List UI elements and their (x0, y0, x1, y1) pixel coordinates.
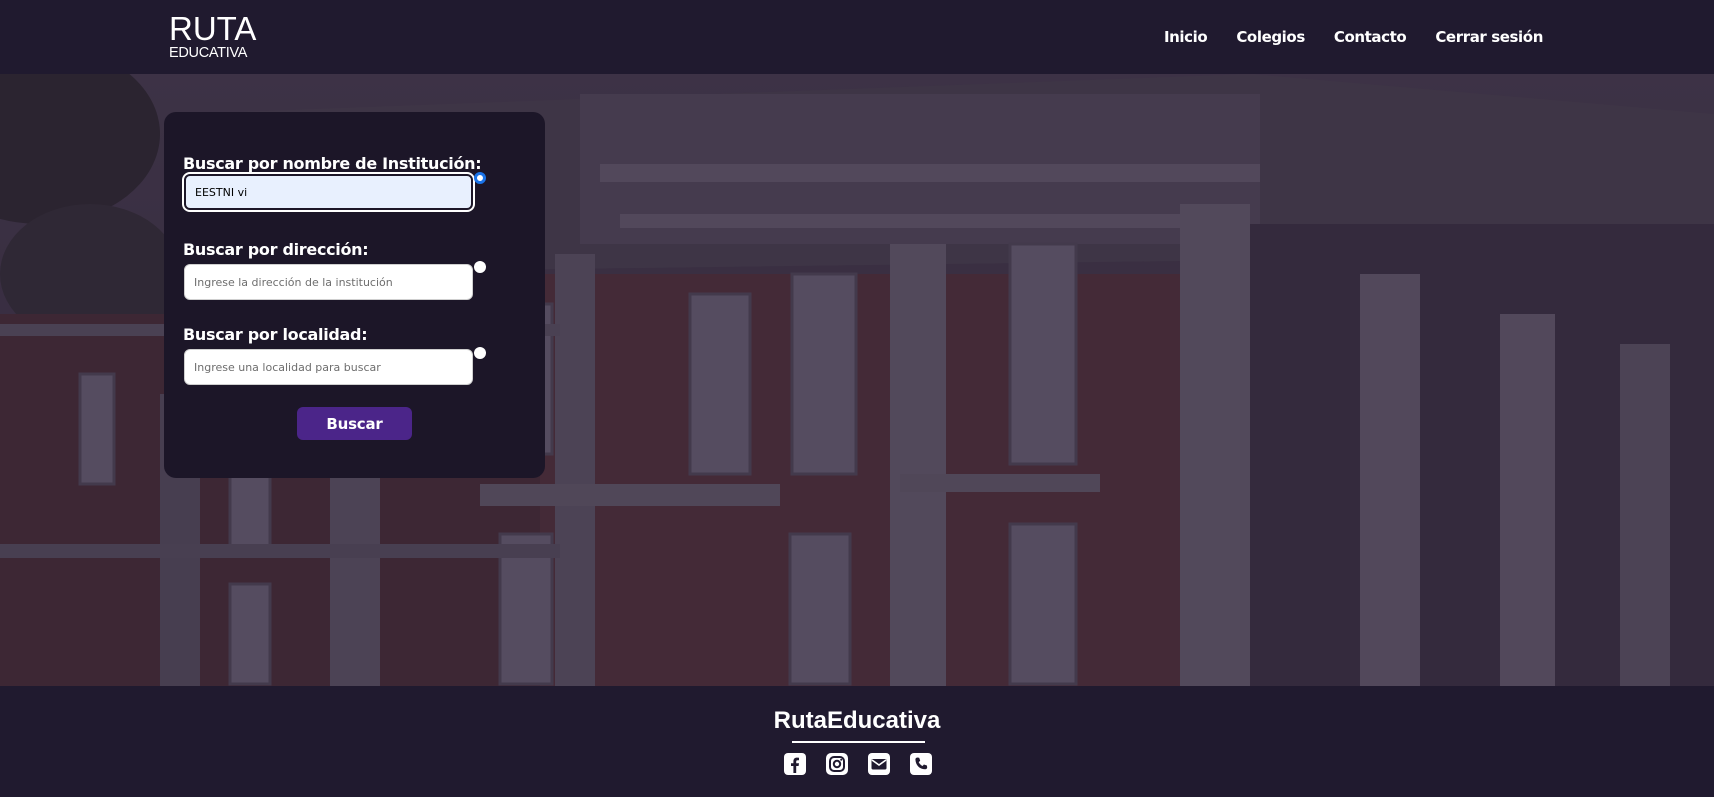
name-search-radio[interactable] (474, 172, 486, 184)
nav-cerrar-sesion[interactable]: Cerrar sesión (1435, 28, 1543, 46)
nav-inicio[interactable]: Inicio (1164, 28, 1208, 46)
locality-search-label: Buscar por localidad: (183, 325, 368, 344)
name-search-input[interactable] (184, 174, 473, 210)
footer-divider (792, 741, 925, 743)
nav-links: Inicio Colegios Contacto Cerrar sesión (1164, 0, 1543, 74)
address-search-radio[interactable] (474, 261, 486, 273)
address-search-input[interactable] (184, 264, 473, 300)
logo-top-text: RUTA (169, 10, 257, 47)
nav-contacto[interactable]: Contacto (1334, 28, 1407, 46)
logo-bottom-text: EDUCATIVA (169, 45, 248, 61)
footer: RutaEducativa (0, 686, 1714, 797)
social-links (783, 752, 933, 776)
top-navbar: RUTA EDUCATIVA Inicio Colegios Contacto … (0, 0, 1714, 74)
search-card: Buscar por nombre de Institución: Buscar… (164, 112, 545, 478)
mail-icon[interactable] (867, 752, 891, 776)
nav-colegios[interactable]: Colegios (1236, 28, 1305, 46)
footer-brand: RutaEducativa (773, 707, 941, 734)
instagram-icon[interactable] (825, 752, 849, 776)
name-search-label: Buscar por nombre de Institución: (183, 154, 482, 173)
hero-background: Buscar por nombre de Institución: Buscar… (0, 74, 1714, 686)
facebook-icon[interactable] (783, 752, 807, 776)
search-button[interactable]: Buscar (297, 407, 412, 440)
logo[interactable]: RUTA EDUCATIVA (169, 12, 256, 61)
locality-search-input[interactable] (184, 349, 473, 385)
phone-icon[interactable] (909, 752, 933, 776)
address-search-label: Buscar por dirección: (183, 240, 369, 259)
locality-search-radio[interactable] (474, 347, 486, 359)
